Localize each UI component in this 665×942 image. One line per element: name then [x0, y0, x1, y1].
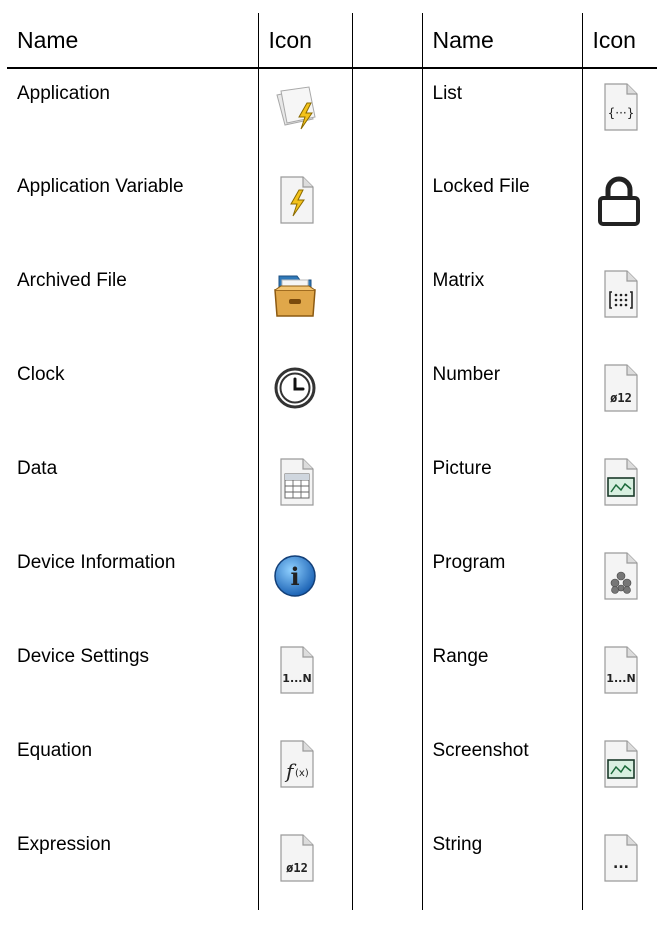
gap-cell — [352, 820, 423, 910]
icon-cell: 1...N — [258, 632, 353, 726]
icon-cell — [582, 726, 657, 820]
item-name: Picture — [422, 444, 583, 538]
table-row: Clock Number ø12 — [7, 350, 657, 444]
list-icon: {···} — [591, 79, 647, 135]
data-icon — [267, 454, 323, 510]
clock-icon — [267, 360, 323, 416]
item-name: Archived File — [7, 256, 259, 350]
icon-cell — [258, 350, 353, 444]
svg-text:ø12: ø12 — [286, 861, 308, 875]
svg-text:1...N: 1...N — [282, 672, 311, 685]
item-name: Screenshot — [422, 726, 583, 820]
matrix-icon — [591, 266, 647, 322]
icon-cell — [258, 68, 353, 162]
table-row: Application List {···} — [7, 68, 657, 162]
screenshot-icon — [591, 736, 647, 792]
table-header-row: Name Icon Name Icon — [7, 13, 657, 69]
header-icon-left: Icon — [258, 13, 353, 69]
item-name: Program — [422, 538, 583, 632]
table-row: Expression ø12 String... — [7, 820, 657, 910]
icon-cell: ø12 — [258, 820, 353, 910]
table-row: Device Information i Program — [7, 538, 657, 632]
application-icon — [267, 79, 323, 135]
range-icon: 1...N — [591, 642, 647, 698]
info-icon: i — [267, 548, 323, 604]
svg-text:{···}: {···} — [607, 106, 634, 120]
gap-cell — [352, 350, 423, 444]
application-variable-icon — [267, 172, 323, 228]
icon-cell — [258, 256, 353, 350]
string-icon: ... — [591, 830, 647, 886]
item-name: Device Information — [7, 538, 259, 632]
table-row: Equation f (x) Screenshot — [7, 726, 657, 820]
item-name: Number — [422, 350, 583, 444]
item-name: Expression — [7, 820, 259, 910]
icon-cell: i — [258, 538, 353, 632]
svg-text:...: ... — [613, 856, 629, 872]
item-name: Clock — [7, 350, 259, 444]
number-icon: ø12 — [591, 360, 647, 416]
icon-cell: {···} — [582, 68, 657, 162]
equation-icon: f (x) — [267, 736, 323, 792]
icon-cell: ø12 — [582, 350, 657, 444]
table-row: Data Picture — [7, 444, 657, 538]
picture-icon — [591, 454, 647, 510]
item-name: Data — [7, 444, 259, 538]
icon-cell — [582, 538, 657, 632]
svg-text:i: i — [290, 562, 299, 591]
item-name: Application Variable — [7, 162, 259, 256]
program-icon — [591, 548, 647, 604]
icon-cell — [258, 444, 353, 538]
header-icon-right: Icon — [582, 13, 657, 69]
device-settings-icon: 1...N — [267, 642, 323, 698]
expression-icon: ø12 — [267, 830, 323, 886]
item-name: Application — [7, 68, 259, 162]
icon-cell — [582, 256, 657, 350]
table-row: Application Variable Locked File — [7, 162, 657, 256]
icon-cell: ... — [582, 820, 657, 910]
gap-cell — [352, 68, 423, 162]
icon-reference-table: Name Icon Name Icon Application List {···}… — [7, 13, 657, 910]
item-name: Matrix — [422, 256, 583, 350]
icon-cell — [582, 444, 657, 538]
gap-cell — [352, 538, 423, 632]
item-name: Equation — [7, 726, 259, 820]
item-name: Locked File — [422, 162, 583, 256]
svg-text:ø12: ø12 — [610, 391, 632, 405]
item-name: Device Settings — [7, 632, 259, 726]
header-gap — [352, 13, 423, 69]
icon-cell — [582, 162, 657, 256]
gap-cell — [352, 444, 423, 538]
icon-cell — [258, 162, 353, 256]
table-row: Device Settings 1...N Range 1...N — [7, 632, 657, 726]
gap-cell — [352, 726, 423, 820]
item-name: Range — [422, 632, 583, 726]
gap-cell — [352, 256, 423, 350]
archived-file-icon — [267, 266, 323, 322]
svg-text:(x): (x) — [295, 768, 309, 779]
item-name: String — [422, 820, 583, 910]
item-name: List — [422, 68, 583, 162]
svg-text:1...N: 1...N — [606, 672, 635, 685]
header-name-left: Name — [7, 13, 259, 69]
gap-cell — [352, 632, 423, 726]
gap-cell — [352, 162, 423, 256]
locked-file-icon — [591, 172, 647, 228]
icon-cell: f (x) — [258, 726, 353, 820]
header-name-right: Name — [422, 13, 583, 69]
icon-cell: 1...N — [582, 632, 657, 726]
table-row: Archived File Matrix — [7, 256, 657, 350]
